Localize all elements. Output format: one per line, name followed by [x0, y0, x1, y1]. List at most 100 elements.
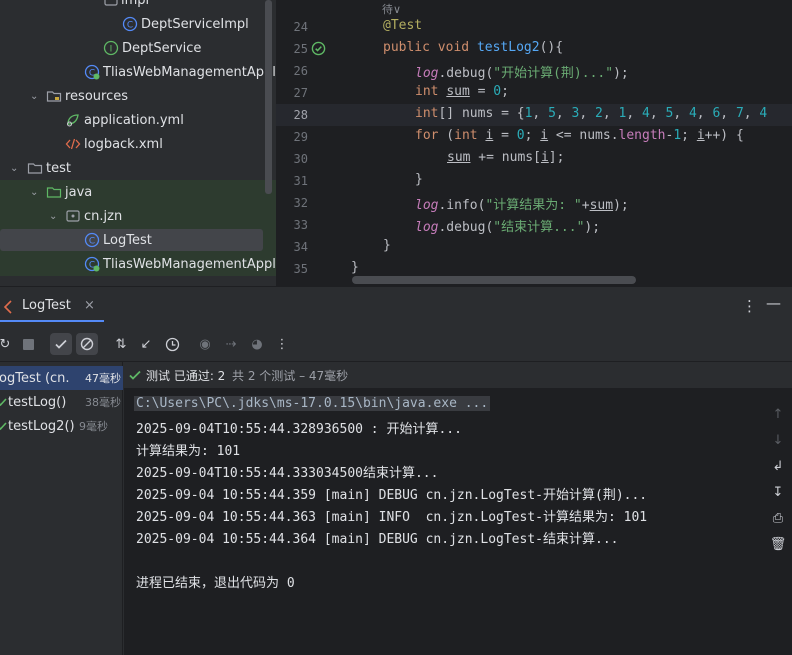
line-number: 27 [293, 86, 308, 100]
soft-wrap-icon[interactable]: ↲ [769, 457, 787, 475]
xml-file-icon [65, 138, 81, 150]
resources-folder-icon [46, 91, 62, 102]
console-line: 2025-09-04T10:55:44.328936500 : 开始计算... [136, 422, 462, 437]
spring-config-icon [67, 114, 79, 127]
tree-item-deptservice[interactable]: I DeptService [0, 36, 276, 60]
line-number: 34 [293, 240, 308, 254]
code-line: for (int i = 0; i <= nums.length-1; i++)… [415, 128, 744, 143]
collapse-all-icon[interactable]: ↙ [135, 333, 157, 355]
print-icon[interactable]: ⎙ [769, 509, 787, 527]
code-line: @Test [383, 18, 423, 33]
class-icon: C [122, 16, 138, 32]
test-duration: 38毫秒 [85, 396, 121, 409]
code-line: sum += nums[i]; [447, 150, 565, 165]
test-duration: 47毫秒 [85, 372, 121, 385]
run-config-icon [3, 300, 12, 314]
spring-class-icon: C [84, 64, 100, 80]
tree-item-java[interactable]: ⌄ java [0, 180, 276, 204]
history-icon[interactable] [161, 333, 183, 355]
spring-class-icon: C [84, 256, 100, 272]
interface-icon: I [103, 40, 119, 56]
test-label: LogTest (cn. [0, 370, 70, 386]
run-tab-bar: LogTest × ⋮ — [0, 286, 792, 326]
tree-item-label: LogTest [103, 232, 152, 248]
tree-item-logback-xml[interactable]: logback.xml [0, 132, 276, 156]
tree-item-logtest[interactable]: C LogTest [0, 228, 276, 252]
code-line: public void testLog2(){ [383, 40, 564, 55]
project-tree: impl C DeptServiceImpl I DeptService C T… [0, 0, 276, 286]
test-case-testlog2[interactable]: testLog2() 9毫秒 [0, 414, 123, 438]
sort-icon[interactable]: ⇅ [110, 333, 132, 355]
tree-item-label: java [65, 184, 93, 200]
minimize-icon[interactable]: — [766, 294, 781, 312]
camera-icon[interactable]: ◉ [194, 333, 216, 355]
code-line: } [415, 172, 423, 187]
test-results-tree: LogTest (cn. 47毫秒 testLog() 38毫秒 testLog… [0, 362, 123, 655]
run-toolbar: ↻ ⇅ ↙ ◉ ⇢ ◕ ⋮ [0, 326, 792, 362]
tree-item-label: test [46, 160, 71, 176]
code-line: log.debug("开始计算(荆)..."); [415, 66, 629, 81]
console-line: 2025-09-04 10:55:44.364 [main] DEBUG cn.… [136, 532, 619, 547]
svg-text:I: I [110, 45, 113, 55]
close-icon[interactable]: × [84, 298, 95, 313]
tree-item-test[interactable]: ⌄ test [0, 156, 276, 180]
tree-item-deptserviceimpl[interactable]: C DeptServiceImpl [0, 12, 276, 36]
check-icon [0, 398, 7, 407]
more-icon[interactable]: ⋮ [271, 333, 293, 355]
class-icon: C [84, 232, 100, 248]
rerun-icon[interactable]: ↻ [0, 333, 16, 355]
tree-item-label: cn.jzn [84, 208, 123, 224]
console-command-line[interactable]: C:\Users\PC\.jdks\ms-17.0.15\bin\java.ex… [134, 396, 491, 411]
console-line: 2025-09-04 10:55:44.363 [main] INFO cn.j… [136, 510, 648, 525]
code-editor[interactable]: 待∨ 24 25 26 27 28 29 30 31 32 33 34 35 @… [276, 0, 792, 286]
stop-icon[interactable] [17, 333, 39, 355]
test-duration: 9毫秒 [79, 420, 108, 433]
tree-scrollbar[interactable] [265, 0, 272, 194]
tree-item-application-yml[interactable]: application.yml [0, 108, 276, 132]
arrow-up-icon[interactable]: ↑ [769, 405, 787, 423]
run-tool-window: LogTest × ⋮ — ↻ ⇅ ↙ ◉ ⇢ ◕ ⋮ LogTest (cn.… [0, 286, 792, 655]
console-output[interactable]: 测试 已通过: 2 共 2 个测试 – 47毫秒 C:\Users\PC\.jd… [124, 362, 792, 655]
tree-item-app-main[interactable]: C TliasWebManagementApplic [0, 60, 276, 84]
check-icon [129, 370, 141, 380]
import-icon[interactable]: ⇢ [220, 333, 242, 355]
code-line: } [351, 260, 359, 275]
run-test-passed-icon[interactable] [311, 41, 326, 56]
editor-horizontal-scrollbar[interactable] [352, 276, 636, 284]
tree-item-app-test[interactable]: C TliasWebManagementApplic [0, 252, 276, 276]
show-passed-toggle-icon[interactable] [50, 333, 72, 355]
chevron-down-icon[interactable]: ⌄ [30, 91, 40, 102]
tab-logtest[interactable]: LogTest × [0, 292, 104, 322]
test-source-folder-icon [46, 187, 62, 198]
tree-item-resources[interactable]: ⌄ resources [0, 84, 276, 108]
code-line: log.debug("结束计算..."); [415, 220, 601, 235]
scroll-to-end-icon[interactable]: ↧ [769, 483, 787, 501]
inlay-hint[interactable]: 待∨ [382, 1, 401, 17]
test-suite-logtest[interactable]: LogTest (cn. 47毫秒 [0, 366, 123, 390]
tree-item-impl[interactable]: impl [0, 0, 276, 12]
chevron-down-icon[interactable]: ⌄ [30, 187, 40, 198]
tree-item-label: impl [121, 0, 150, 8]
line-number: 30 [293, 152, 308, 166]
chevron-down-icon[interactable]: ⌄ [49, 211, 59, 222]
trash-icon[interactable]: 🗑 [769, 535, 787, 553]
chevron-down-icon[interactable]: ⌄ [10, 163, 20, 174]
console-line: 2025-09-04T10:55:44.333034500结束计算... [136, 466, 439, 481]
folder-icon [27, 163, 43, 174]
tree-item-label: logback.xml [84, 136, 163, 152]
show-ignored-toggle-icon[interactable] [76, 333, 98, 355]
tree-item-cn-jzn[interactable]: ⌄ cn.jzn [0, 204, 276, 228]
test-case-testlog[interactable]: testLog() 38毫秒 [0, 390, 123, 414]
coverage-icon[interactable]: ◕ [246, 333, 268, 355]
tree-item-label: resources [65, 88, 129, 104]
tab-label: LogTest [22, 298, 71, 313]
tree-item-label: DeptServiceImpl [141, 16, 249, 32]
console-line: 进程已结束，退出代码为 0 [136, 576, 295, 591]
line-number: 26 [293, 64, 308, 78]
arrow-down-icon[interactable]: ↓ [769, 431, 787, 449]
tree-item-label: application.yml [84, 112, 184, 128]
more-options-icon[interactable]: ⋮ [742, 297, 757, 315]
line-number: 32 [293, 196, 308, 210]
line-number: 35 [293, 262, 308, 276]
console-line: 计算结果为: 101 [136, 444, 241, 459]
